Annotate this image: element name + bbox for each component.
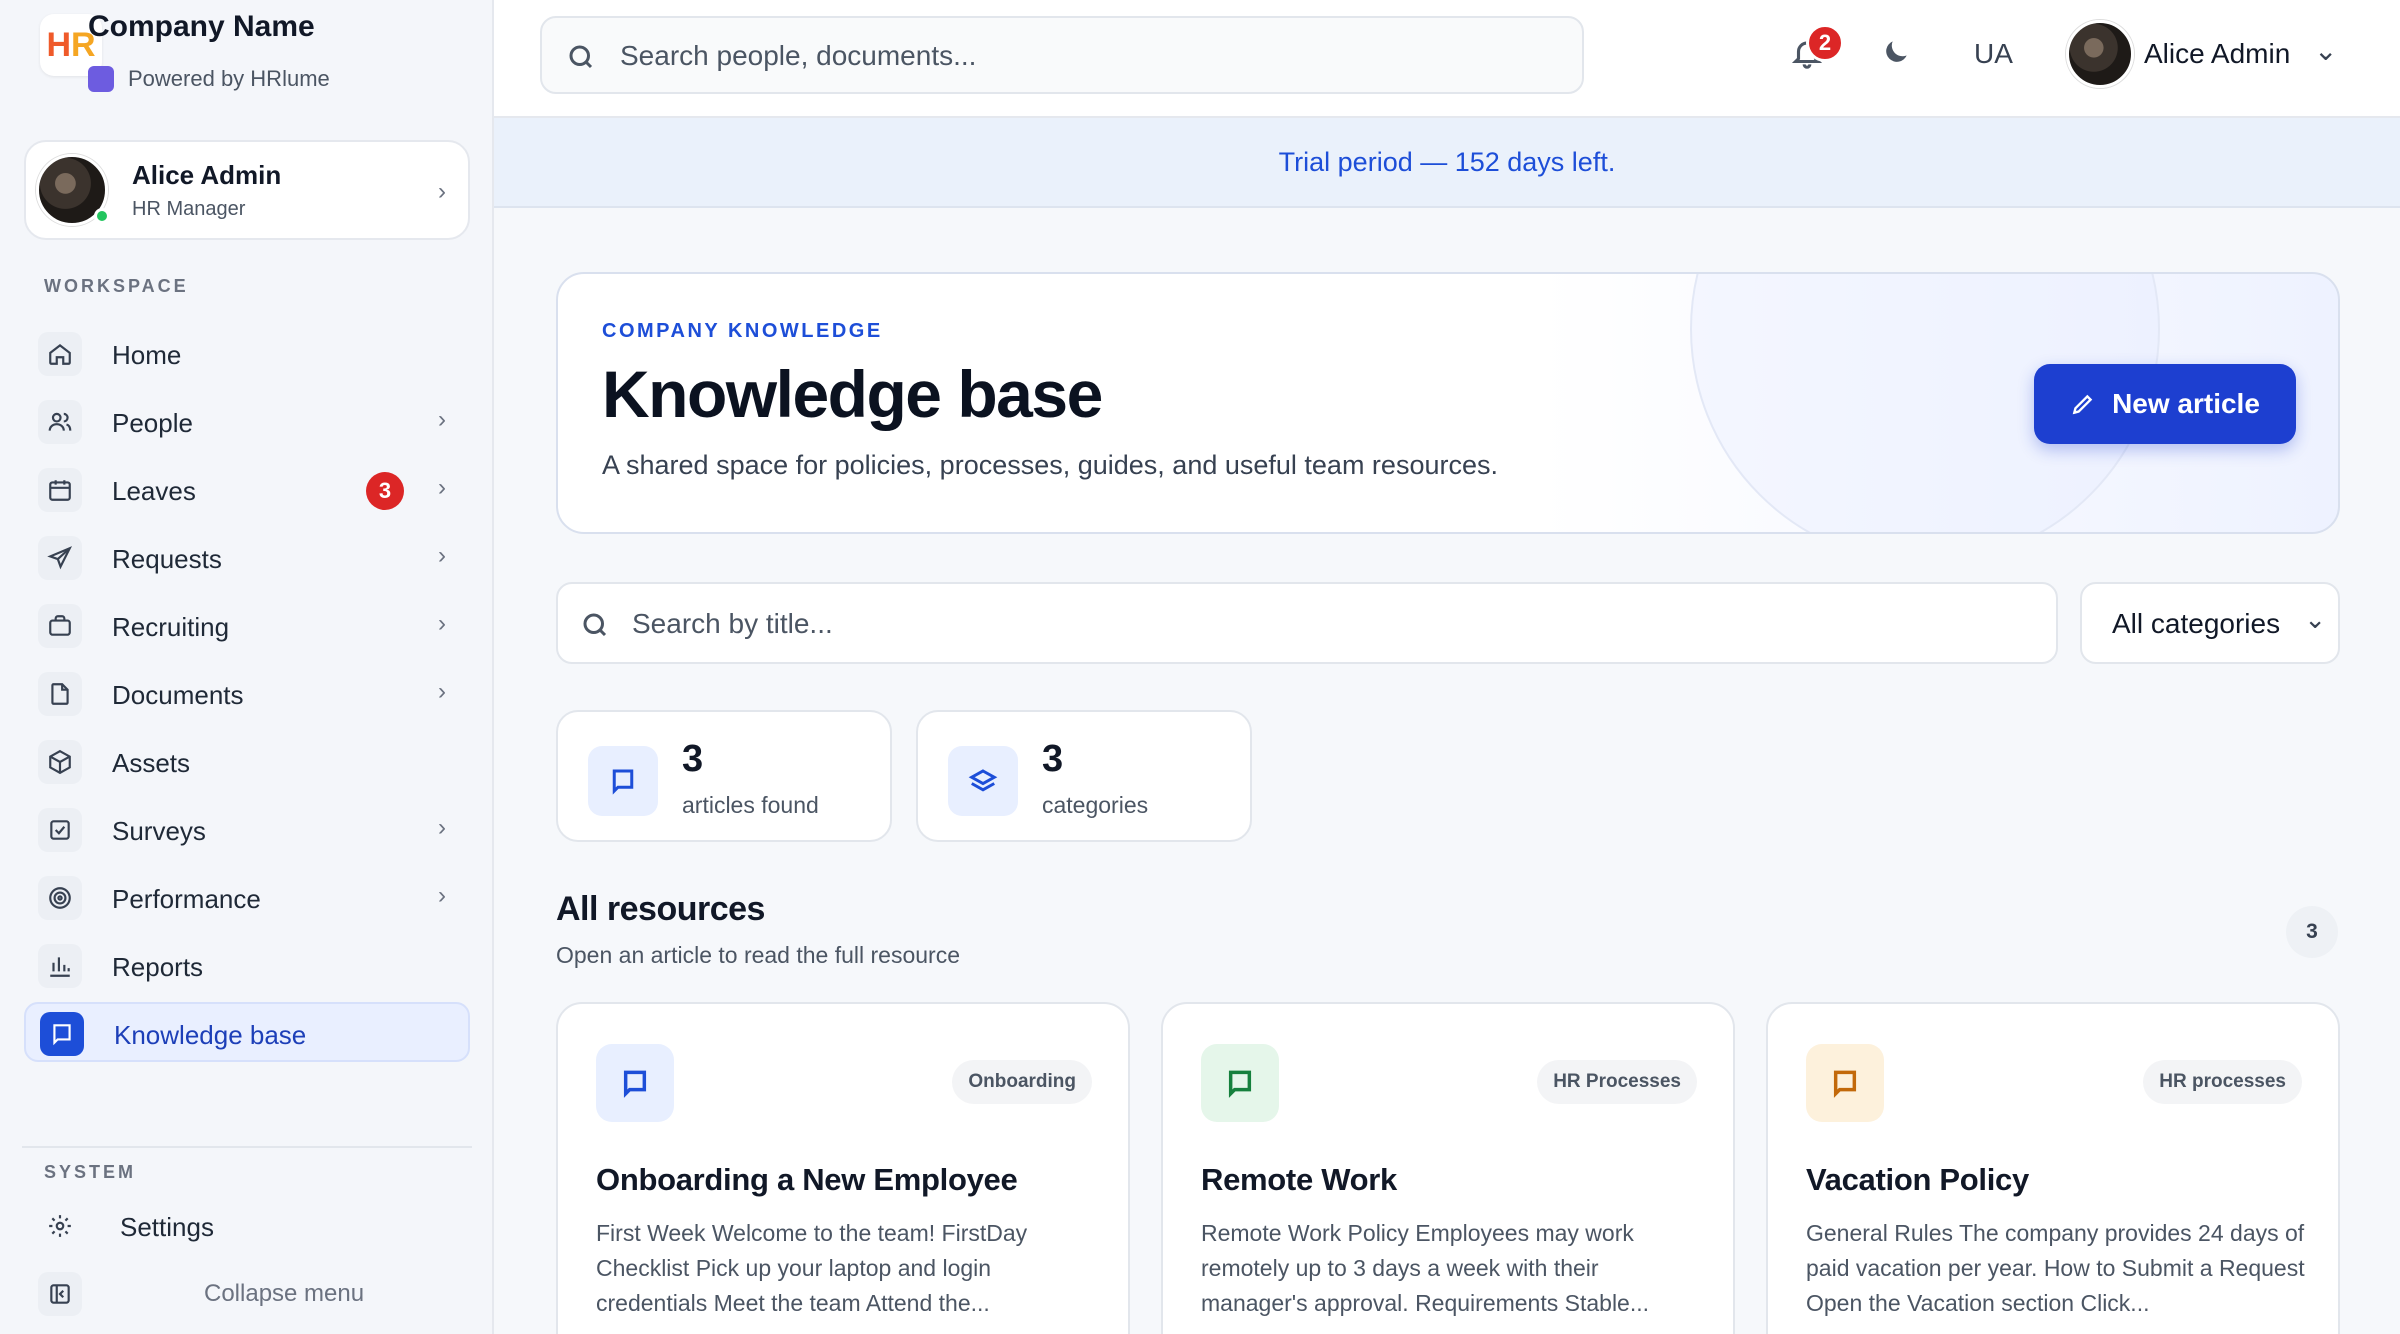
chevron-right-icon: › [438, 610, 446, 637]
hero-eyebrow: COMPANY KNOWLEDGE [602, 320, 883, 342]
chevron-down-icon[interactable]: ⌄ [2314, 34, 2337, 67]
gear-icon [38, 1204, 82, 1248]
leaves-count-badge: 3 [366, 472, 404, 510]
article-category-tag: HR processes [2143, 1060, 2302, 1104]
sidebar: HR Company Name Powered by HRlume Alice … [0, 0, 494, 1334]
sidebar-item-assets[interactable]: Assets [24, 732, 470, 792]
article-card[interactable]: Onboarding Onboarding a New Employee Fir… [556, 1002, 1130, 1334]
powered-by: Powered by HRlume [88, 66, 330, 92]
article-card[interactable]: HR processes Vacation Policy General Rul… [1766, 1002, 2340, 1334]
article-excerpt: Remote Work Policy Employees may work re… [1201, 1220, 1650, 1316]
chevron-right-icon: › [438, 678, 446, 705]
sidebar-item-leaves[interactable]: Leaves 3 › [24, 460, 470, 520]
trial-banner: Trial period — 152 days left. [494, 118, 2400, 208]
calendar-icon [38, 468, 82, 512]
company-name: Company Name [88, 10, 315, 43]
home-icon [38, 332, 82, 376]
chevron-right-icon: › [438, 178, 446, 205]
topbar: 2 UA Alice Admin ⌄ [494, 0, 2400, 118]
article-search[interactable] [556, 582, 2058, 664]
briefcase-icon [38, 604, 82, 648]
sidebar-divider [22, 1146, 472, 1148]
send-icon [38, 536, 82, 580]
article-title: Remote Work [1201, 1162, 1397, 1197]
chevron-right-icon: › [438, 814, 446, 841]
chevron-right-icon: › [438, 474, 446, 501]
target-icon [38, 876, 82, 920]
sidebar-item-requests[interactable]: Requests › [24, 528, 470, 588]
sidebar-item-recruiting[interactable]: Recruiting › [24, 596, 470, 656]
user-name: Alice Admin [132, 160, 282, 190]
resources-title: All resources [556, 890, 765, 928]
article-excerpt: First Week Welcome to the team! FirstDay… [596, 1220, 1028, 1316]
system-label: SYSTEM [44, 1162, 137, 1182]
article-category-tag: Onboarding [952, 1060, 1092, 1104]
article-search-input[interactable] [632, 602, 2032, 646]
sidebar-item-settings[interactable]: Settings [24, 1196, 470, 1256]
article-title: Onboarding a New Employee [596, 1162, 1018, 1197]
avatar[interactable] [2066, 20, 2134, 88]
article-category-tag: HR Processes [1537, 1060, 1697, 1104]
sidebar-item-reports[interactable]: Reports [24, 936, 470, 996]
collapse-menu-label: Collapse menu [204, 1280, 365, 1307]
global-search[interactable] [540, 16, 1584, 94]
book-icon [40, 1012, 84, 1056]
online-status-dot [94, 208, 110, 224]
theme-toggle[interactable] [1880, 36, 1914, 70]
resources-subtitle: Open an article to read the full resourc… [556, 942, 961, 968]
stat-categories: 3 categories [916, 710, 1252, 842]
user-role: HR Manager [132, 198, 246, 220]
bar-chart-icon [38, 944, 82, 988]
hrlume-logo-icon [88, 66, 114, 92]
article-excerpt: General Rules The company provides 24 da… [1806, 1220, 2305, 1316]
moon-icon [1886, 41, 1907, 62]
sidebar-item-knowledge-base[interactable]: Knowledge base [24, 1002, 470, 1062]
chevron-right-icon: › [438, 542, 446, 569]
category-select[interactable]: All categories ⌄ [2080, 582, 2340, 664]
book-icon [1201, 1044, 1279, 1122]
search-icon [569, 45, 593, 69]
article-title: Vacation Policy [1806, 1162, 2029, 1197]
users-icon [38, 400, 82, 444]
sidebar-item-home[interactable]: Home [24, 324, 470, 384]
page-subtitle: A shared space for policies, processes, … [602, 450, 1498, 480]
knowledge-hero: COMPANY KNOWLEDGE Knowledge base A share… [556, 272, 2340, 534]
sidebar-item-surveys[interactable]: Surveys › [24, 800, 470, 860]
sidebar-user-card[interactable]: Alice Admin HR Manager › [24, 140, 470, 240]
chevron-down-icon: ⌄ [2304, 604, 2326, 634]
chevron-right-icon: › [438, 882, 446, 909]
page-title: Knowledge base [602, 357, 1103, 431]
language-switcher[interactable]: UA [1974, 38, 2013, 70]
stat-articles: 3 articles found [556, 710, 892, 842]
box-icon [38, 740, 82, 784]
book-icon [588, 746, 658, 816]
sidebar-item-people[interactable]: People › [24, 392, 470, 452]
workspace-label: WORKSPACE [44, 276, 189, 296]
resources-count-badge: 3 [2286, 906, 2338, 958]
article-card[interactable]: HR Processes Remote Work Remote Work Pol… [1161, 1002, 1735, 1334]
book-icon [1806, 1044, 1884, 1122]
search-icon [583, 613, 607, 637]
sidebar-item-performance[interactable]: Performance › [24, 868, 470, 928]
topbar-user-name[interactable]: Alice Admin [2144, 38, 2290, 70]
sidebar-item-documents[interactable]: Documents › [24, 664, 470, 724]
book-icon [596, 1044, 674, 1122]
checkbox-icon [38, 808, 82, 852]
pencil-icon [2072, 394, 2093, 415]
layers-icon [948, 746, 1018, 816]
sidebar-collapse-icon [38, 1272, 82, 1316]
new-article-button[interactable]: New article [2034, 364, 2296, 444]
global-search-input[interactable] [620, 34, 1560, 78]
file-icon [38, 672, 82, 716]
chevron-right-icon: › [438, 406, 446, 433]
category-selected: All categories [2112, 608, 2281, 639]
notifications-count-badge: 2 [1806, 24, 1844, 62]
